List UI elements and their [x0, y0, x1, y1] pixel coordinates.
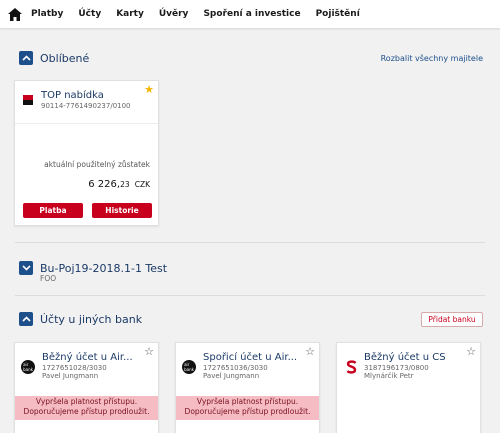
- account-number: 90114-7761490237/0100: [41, 102, 131, 110]
- favorite-star-outline-icon[interactable]: ☆: [305, 345, 315, 358]
- nav-item-uvery[interactable]: Úvěry: [159, 9, 189, 19]
- account-name[interactable]: Běžný účet u ČS: [364, 352, 464, 363]
- expand-chevron-down-icon[interactable]: [19, 261, 33, 275]
- expand-all-owners-link[interactable]: Rozbalit všechny majitele: [381, 54, 483, 63]
- nav-item-platby[interactable]: Platby: [31, 9, 63, 19]
- external-account-card[interactable]: air bank Běžný účet u Air... 1727651028/3…: [14, 342, 159, 433]
- external-account-card[interactable]: Běžný účet u ČS 3187196173/0800 Mlynárčí…: [336, 342, 481, 433]
- bank-logo-icon: [23, 95, 33, 105]
- account-name[interactable]: Spořicí účet u Air...: [203, 352, 303, 363]
- account-owner: Pavel Jungmann: [203, 372, 260, 380]
- nav-item-sporeni[interactable]: Spoření a investice: [203, 9, 300, 19]
- other-banks-header: Účty u jiných bank: [19, 312, 142, 326]
- owner-group-title[interactable]: Bu-Poj19-2018.1-1 Test: [40, 262, 167, 275]
- account-owner: Mlynárčík Petr: [364, 372, 414, 380]
- history-button[interactable]: Historie: [92, 203, 152, 218]
- favorite-star-icon[interactable]: ★: [144, 83, 154, 96]
- expired-access-warning: Vypršela platnost přístupu. Doporučujeme…: [176, 396, 319, 420]
- favorites-header: Oblíbené: [19, 51, 89, 65]
- nav-item-pojisteni[interactable]: Pojištění: [316, 9, 360, 19]
- top-navigation: Platby Účty Karty Úvěry Spoření a invest…: [0, 0, 500, 28]
- account-name[interactable]: TOP nabídka: [41, 90, 151, 101]
- section-title: Oblíbené: [40, 51, 90, 65]
- collapse-chevron-up-icon[interactable]: [19, 312, 33, 326]
- divider: [15, 242, 485, 243]
- account-number: 3187196173/0800: [364, 364, 429, 372]
- divider: [15, 295, 485, 296]
- airbank-logo-icon: air bank: [182, 360, 196, 374]
- account-number: 1727651036/3030: [203, 364, 268, 372]
- payment-button[interactable]: Platba: [23, 203, 83, 218]
- account-number: 1727651028/3030: [42, 364, 107, 372]
- balance-value: 6 226,23 CZK: [88, 179, 150, 190]
- account-name[interactable]: Běžný účet u Air...: [42, 352, 142, 363]
- section-title: Účty u jiných bank: [40, 312, 143, 326]
- airbank-logo-icon: air bank: [21, 360, 35, 374]
- external-account-card[interactable]: air bank Spořicí účet u Air... 1727651036…: [175, 342, 320, 433]
- ceska-sporitelna-logo-icon: [345, 360, 357, 374]
- expired-access-warning: Vypršela platnost přístupu. Doporučujeme…: [15, 396, 158, 420]
- nav-item-karty[interactable]: Karty: [116, 9, 144, 19]
- account-owner: Pavel Jungmann: [42, 372, 99, 380]
- nav-item-ucty[interactable]: Účty: [78, 9, 101, 19]
- collapse-chevron-up-icon[interactable]: [19, 51, 33, 65]
- home-icon[interactable]: [7, 6, 23, 22]
- owner-group-subtitle: FOO: [40, 274, 57, 283]
- favorite-star-outline-icon[interactable]: ☆: [466, 345, 476, 358]
- account-card[interactable]: TOP nabídka 90114-7761490237/0100 ★ aktu…: [14, 80, 159, 226]
- owner-group-header: Bu-Poj19-2018.1-1 Test: [19, 261, 167, 275]
- favorite-star-outline-icon[interactable]: ☆: [144, 345, 154, 358]
- add-bank-button[interactable]: Přidat banku: [421, 312, 483, 327]
- balance-label: aktuální použitelný zůstatek: [44, 160, 150, 169]
